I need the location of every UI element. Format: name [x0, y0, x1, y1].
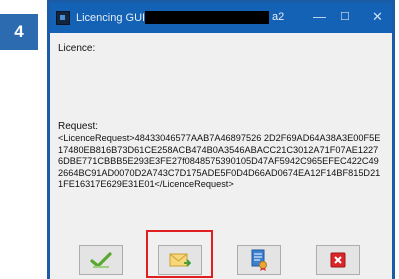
cancel-button[interactable] [316, 245, 360, 275]
close-red-icon [330, 252, 346, 268]
accept-button[interactable] [79, 245, 123, 275]
certificate-icon [251, 249, 267, 271]
minimize-button[interactable]: — [313, 9, 326, 24]
certificate-button[interactable] [237, 245, 281, 275]
email-button-highlight [146, 230, 213, 278]
redacted-guid [145, 11, 269, 24]
licence-label: Licence: [58, 43, 96, 54]
step-number-badge: 4 [0, 14, 38, 50]
request-label: Request: [58, 121, 99, 132]
checkmark-icon [90, 252, 112, 268]
maximize-button[interactable]: ☐ [340, 10, 350, 23]
window-title-suffix: a2 [272, 11, 285, 23]
app-icon [56, 11, 70, 25]
title-bar: Licencing GUID: 7 a2 — ☐ ✕ [50, 3, 392, 33]
window-content: Licence: Request: <LicenceRequest>484330… [50, 33, 392, 279]
close-button[interactable]: ✕ [372, 9, 383, 25]
licencing-window: Licencing GUID: 7 a2 — ☐ ✕ Licence: Requ… [50, 3, 392, 279]
licence-request-text[interactable]: <LicenceRequest>48433046577AAB7A46897526… [58, 133, 383, 191]
